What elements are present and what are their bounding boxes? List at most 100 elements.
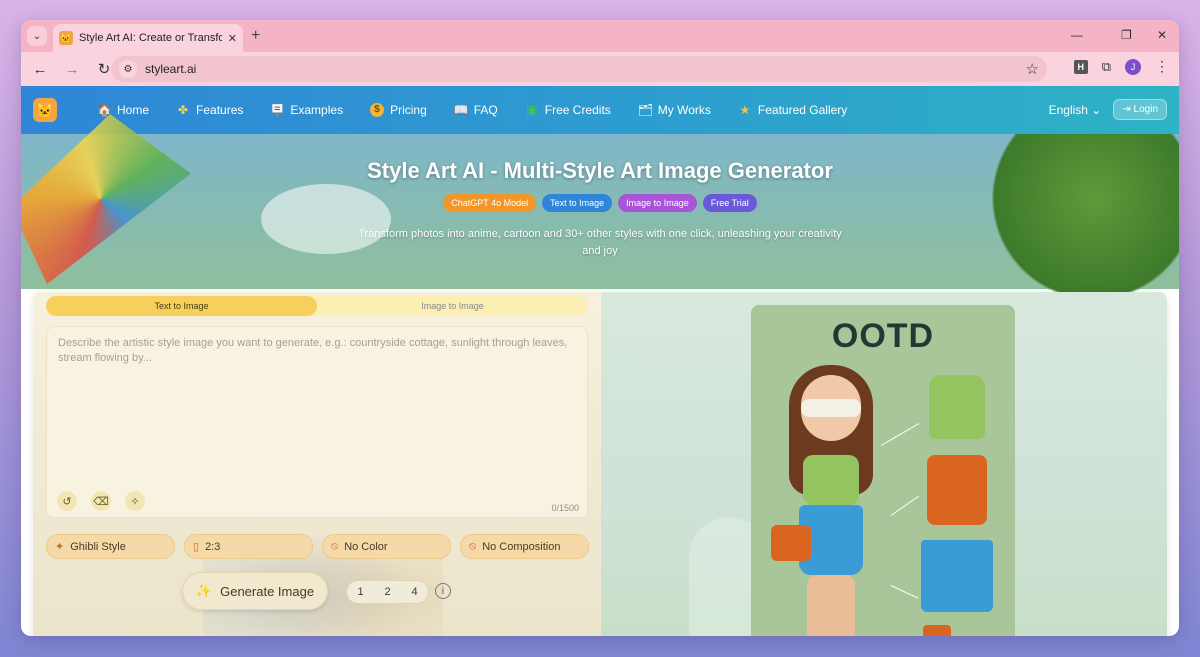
sunglasses-shape [801, 399, 861, 417]
extensions-puzzle-icon[interactable]: ⧉ [1102, 59, 1111, 75]
forward-icon[interactable]: → [61, 61, 83, 78]
count-option-4[interactable]: 4 [401, 581, 428, 603]
favicon-icon: 🐱 [59, 31, 73, 45]
tab-title: Style Art AI: Create or Transform [79, 32, 222, 44]
browser-toolbar: ← → ↻ ⚙ styleart.ai ☆ H ⧉ J ⋮ [21, 52, 1179, 86]
examples-icon: 🪧 [270, 103, 286, 117]
address-bar[interactable]: ⚙ styleart.ai ☆ [111, 56, 1047, 82]
star-icon: ★ [739, 103, 751, 117]
tab-close-icon[interactable]: ✕ [228, 32, 237, 45]
nav-label: Home [117, 103, 150, 117]
count-option-1[interactable]: 1 [347, 581, 374, 603]
works-icon: 🗂 [637, 103, 654, 117]
site-logo[interactable]: 🐱 [33, 98, 57, 122]
restore-icon[interactable]: ❐ [1121, 28, 1132, 42]
nav-item-featured-gallery[interactable]: ★ Featured Gallery [738, 103, 848, 117]
shoe-item [923, 625, 951, 636]
sparkles-icon: ✨ [195, 583, 213, 598]
image-count-selector: 1 2 4 [346, 580, 429, 604]
new-tab-button[interactable]: + [251, 27, 260, 45]
info-icon[interactable]: i [435, 583, 451, 599]
girl-figure-illustration [771, 355, 891, 636]
nav-label: Free Credits [544, 103, 611, 117]
color-label: No Color [344, 540, 388, 553]
browser-menu-icon[interactable]: ⋮ [1155, 58, 1169, 75]
connector-line [890, 495, 920, 516]
chevron-down-icon: ⌄ [1091, 102, 1102, 117]
style-label: Ghibli Style [70, 540, 126, 553]
login-label: Login [1133, 104, 1158, 115]
aspect-ratio-icon: ▯ [193, 541, 200, 553]
browser-tab[interactable]: 🐱 Style Art AI: Create or Transform ✕ [53, 24, 243, 52]
legs-shape [807, 575, 855, 636]
eraser-icon[interactable]: ⌫ [91, 491, 111, 511]
login-icon: ⇥ [1122, 104, 1131, 115]
window-close-icon[interactable]: ✕ [1157, 28, 1167, 42]
nav-label: FAQ [473, 103, 498, 117]
site-info-icon[interactable]: ⚙ [119, 60, 137, 78]
extension-h-icon[interactable]: H [1073, 59, 1088, 74]
sample-image: OOTD [751, 305, 1015, 636]
generator-panel: Text to Image Image to Image Describe th… [33, 292, 1167, 636]
profile-avatar[interactable]: J [1125, 58, 1141, 75]
nav-label: Featured Gallery [757, 103, 848, 117]
aspect-ratio-select[interactable]: ▯ 2:3 [184, 534, 313, 559]
composition-select[interactable]: ⦸ No Composition [460, 534, 589, 559]
nav-label: Examples [290, 103, 344, 117]
hero-subtitle: Transform photos into anime, cartoon and… [358, 228, 842, 257]
bookmark-star-icon[interactable]: ☆ [1026, 60, 1039, 78]
free-icon: ▣ [526, 103, 538, 117]
page-viewport: 🐱 🏠 Home ✤ Features 🪧 Examples $ Pricing 📖 FA… [21, 86, 1179, 636]
aspect-ratio-label: 2:3 [205, 540, 221, 553]
login-button[interactable]: ⇥ Login [1113, 99, 1167, 120]
generate-image-button[interactable]: ✨ Generate Image [182, 572, 328, 610]
skirt-item [921, 540, 993, 612]
history-icon[interactable]: ↺ [57, 491, 77, 511]
composition-label: No Composition [482, 540, 561, 553]
generate-label: Generate Image [220, 583, 315, 599]
hero-section: Style Art AI - Multi-Style Art Image Gen… [21, 114, 1179, 294]
top-shape [803, 455, 859, 505]
crop-top-item [929, 375, 985, 439]
generator-form: Text to Image Image to Image Describe th… [33, 292, 601, 636]
prompt-placeholder[interactable]: Describe the artistic style image you wa… [47, 327, 587, 375]
magic-sparkle-icon[interactable]: ✧ [125, 491, 145, 511]
tree-illustration [989, 134, 1179, 294]
site-navbar: 🐱 🏠 Home ✤ Features 🪧 Examples $ Pricing 📖 FA… [21, 86, 1179, 134]
nav-item-my-works[interactable]: 🗂 My Works [638, 103, 711, 117]
badge-text-to-image: Text to Image [542, 194, 613, 212]
nav-item-pricing[interactable]: $ Pricing [370, 103, 427, 117]
preview-area: OOTD [601, 292, 1167, 636]
sample-image-title: OOTD [831, 317, 935, 355]
prompt-input[interactable]: Describe the artistic style image you wa… [46, 326, 588, 518]
nav-item-faq[interactable]: 📖 FAQ [454, 103, 498, 117]
handbag-shape [771, 525, 811, 561]
tab-search-button[interactable]: ⌄ [27, 26, 47, 46]
nav-item-home[interactable]: 🏠 Home [97, 103, 149, 117]
language-label: English [1048, 102, 1088, 117]
nav-item-free-credits[interactable]: ▣ Free Credits [525, 103, 611, 117]
char-count: 0/1500 [551, 503, 579, 513]
nav-label: Features [196, 103, 244, 117]
tab-text-to-image[interactable]: Text to Image [46, 296, 317, 316]
tab-strip: ⌄ 🐱 Style Art AI: Create or Transform ✕ … [21, 20, 1179, 52]
toolbar-right: H ⧉ J ⋮ [1073, 58, 1169, 75]
connector-line [890, 585, 919, 599]
nav-item-examples[interactable]: 🪧 Examples [270, 103, 343, 117]
url-text[interactable]: styleart.ai [145, 62, 1018, 76]
back-icon[interactable]: ← [29, 61, 51, 78]
minimize-icon[interactable]: — [1071, 28, 1083, 42]
nav-item-features[interactable]: ✤ Features [176, 103, 243, 117]
sparkle-icon: ✦ [55, 541, 65, 553]
badge-chatgpt: ChatGPT 4o Model [443, 194, 537, 212]
nav-right: English ⌄ ⇥ Login [1049, 99, 1167, 120]
mode-toggle: Text to Image Image to Image [46, 296, 588, 316]
style-select[interactable]: ✦ Ghibli Style [46, 534, 175, 559]
language-select[interactable]: English ⌄ [1049, 103, 1102, 117]
count-option-2[interactable]: 2 [374, 581, 401, 603]
ban-icon: ⦸ [469, 540, 477, 552]
tab-image-to-image[interactable]: Image to Image [317, 296, 588, 316]
color-select[interactable]: ⦸ No Color [322, 534, 451, 559]
badge-image-to-image: Image to Image [618, 194, 697, 212]
ban-icon: ⦸ [331, 540, 339, 552]
